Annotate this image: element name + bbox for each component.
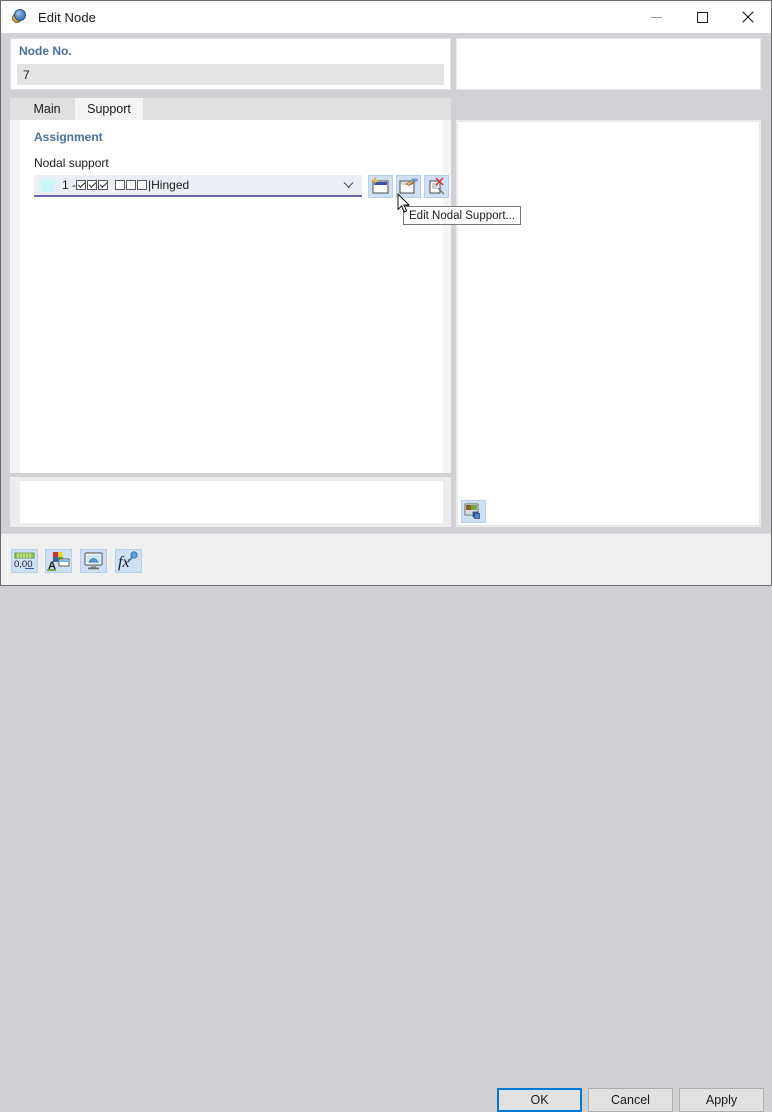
delete-document-x-icon bbox=[429, 177, 445, 195]
ok-button-label: OK bbox=[530, 1093, 549, 1107]
edit-node-dialog: Edit Node Node No. 7 Main Support Assign… bbox=[0, 0, 772, 1112]
tab-main[interactable]: Main bbox=[19, 98, 75, 120]
support-color-swatch bbox=[41, 178, 55, 192]
nodal-support-value: 1 - | Hinged bbox=[62, 178, 189, 192]
tab-bar: Main Support bbox=[10, 98, 451, 120]
apply-button-label: Apply bbox=[705, 1093, 738, 1107]
new-window-star-icon bbox=[370, 176, 389, 194]
tab-filler bbox=[143, 98, 451, 120]
new-nodal-support-button[interactable] bbox=[368, 175, 393, 198]
minimize-icon bbox=[650, 16, 662, 18]
render-view-button[interactable] bbox=[461, 500, 486, 523]
support-check-uz bbox=[98, 180, 109, 190]
decimal-places-button[interactable]: 0,00 bbox=[11, 549, 38, 573]
svg-text:fx: fx bbox=[118, 554, 130, 571]
fx-icon: fx bbox=[118, 551, 138, 571]
close-button[interactable] bbox=[725, 1, 771, 33]
window-title: Edit Node bbox=[38, 9, 96, 25]
support-check-rz bbox=[137, 180, 148, 190]
tooltip-text: Edit Nodal Support... bbox=[409, 209, 516, 222]
tab-support[interactable]: Support bbox=[75, 98, 143, 120]
window-controls bbox=[633, 1, 771, 33]
support-check-uy bbox=[87, 180, 98, 190]
bottom-bar: 0,00 A fx OK Cancel Apply bbox=[1, 533, 771, 1112]
tab-left-padding bbox=[10, 98, 19, 120]
formula-button[interactable]: fx bbox=[115, 549, 142, 573]
chevron-down-icon bbox=[343, 182, 354, 189]
edit-window-hand-icon bbox=[399, 178, 418, 194]
cancel-button-label: Cancel bbox=[611, 1093, 650, 1107]
title-bar: Edit Node bbox=[1, 1, 771, 33]
nodal-support-label: Nodal support bbox=[34, 156, 109, 170]
node-number-input[interactable] bbox=[17, 64, 444, 85]
support-check-ry bbox=[126, 180, 137, 190]
display-properties-button[interactable]: A bbox=[45, 549, 72, 573]
nodal-support-combobox[interactable]: 1 - | Hinged bbox=[34, 175, 362, 197]
assignment-group-title: Assignment bbox=[34, 130, 103, 144]
view-settings-button[interactable] bbox=[80, 549, 107, 573]
support-number: 1 - bbox=[62, 178, 77, 192]
apply-button[interactable]: Apply bbox=[679, 1088, 764, 1112]
node-icon bbox=[11, 8, 29, 26]
tooltip: Edit Nodal Support... bbox=[403, 206, 522, 225]
maximize-button[interactable] bbox=[679, 1, 725, 33]
support-check-rx bbox=[115, 180, 126, 190]
support-check-ux bbox=[76, 180, 87, 190]
number-format-icon: 0,00 bbox=[14, 552, 35, 570]
monitor-icon bbox=[84, 552, 103, 570]
color-font-icon: A bbox=[47, 552, 70, 572]
tab-support-label: Support bbox=[87, 102, 131, 116]
minimize-button[interactable] bbox=[633, 1, 679, 33]
top-section: Node No. bbox=[1, 33, 771, 95]
assignment-panel: Assignment Nodal support 1 - | Hinged bbox=[20, 120, 449, 473]
close-icon bbox=[742, 11, 754, 23]
render-image-icon bbox=[464, 503, 480, 519]
support-name: Hinged bbox=[151, 178, 190, 192]
node-number-group: Node No. bbox=[10, 38, 451, 90]
lower-left-panel bbox=[20, 481, 443, 523]
tab-main-label: Main bbox=[33, 102, 61, 116]
delete-nodal-support-button[interactable] bbox=[424, 175, 449, 198]
preview-panel bbox=[457, 121, 760, 526]
ok-button[interactable]: OK bbox=[497, 1088, 582, 1112]
right-top-panel bbox=[456, 38, 761, 90]
node-number-label: Node No. bbox=[19, 44, 72, 58]
edit-nodal-support-button[interactable] bbox=[396, 175, 421, 198]
maximize-icon bbox=[696, 11, 708, 23]
cancel-button[interactable]: Cancel bbox=[588, 1088, 673, 1112]
